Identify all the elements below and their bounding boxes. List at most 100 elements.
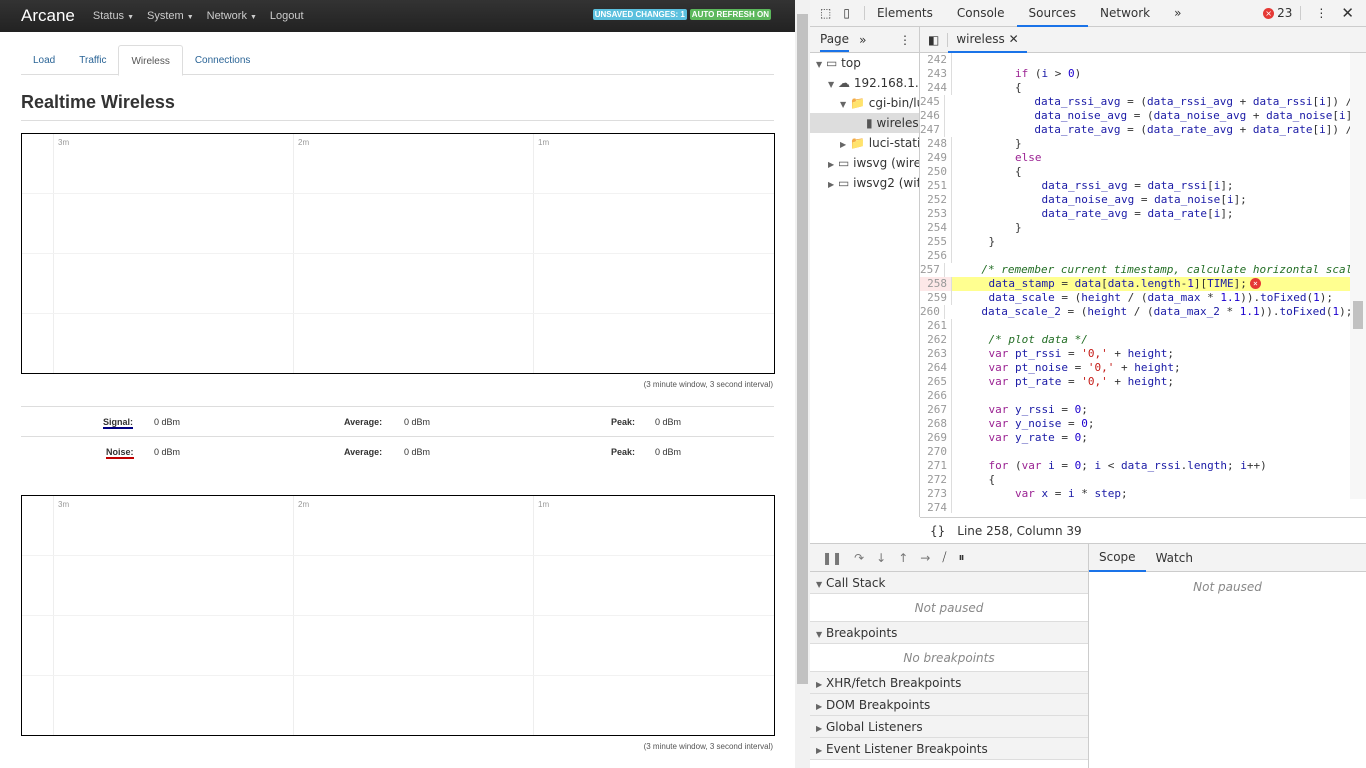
page-scrollbar[interactable] <box>795 0 810 768</box>
nav-system[interactable]: System ▼ <box>147 10 194 22</box>
scrollbar-thumb[interactable] <box>1353 301 1363 329</box>
code-line[interactable]: 252 data_noise_avg = data_noise[i]; <box>920 193 1350 207</box>
code-line[interactable]: 259 data_scale = (height / (data_max * 1… <box>920 291 1350 305</box>
tab-scope[interactable]: Scope <box>1089 544 1146 572</box>
scrollbar-thumb[interactable] <box>797 14 808 684</box>
code-line[interactable]: 270 <box>920 445 1350 459</box>
line-number[interactable]: 272 <box>920 473 952 487</box>
menu-icon[interactable]: ⋮ <box>1301 6 1341 20</box>
line-number[interactable]: 262 <box>920 333 952 347</box>
code-line[interactable]: 267 var y_rssi = 0; <box>920 403 1350 417</box>
line-number[interactable]: 254 <box>920 221 952 235</box>
unsaved-changes-badge[interactable]: UNSAVED CHANGES: 1 <box>592 9 687 20</box>
code-line[interactable]: 246 data_noise_avg = (data_noise_avg + d… <box>920 109 1350 123</box>
tree-item[interactable]: ▶ 📁 luci-static <box>810 133 919 153</box>
line-number[interactable]: 252 <box>920 193 952 207</box>
code-line[interactable]: 271 for (var i = 0; i < data_rssi.length… <box>920 459 1350 473</box>
error-counter[interactable]: × 23 <box>1263 6 1302 20</box>
tab-elements[interactable]: Elements <box>865 0 945 27</box>
code-line[interactable]: 253 data_rate_avg = data_rate[i]; <box>920 207 1350 221</box>
nav-status[interactable]: Status ▼ <box>93 10 134 22</box>
code-line[interactable]: 268 var y_noise = 0; <box>920 417 1350 431</box>
line-number[interactable]: 267 <box>920 403 952 417</box>
menu-icon[interactable]: ⋮ <box>899 33 919 47</box>
line-number[interactable]: 260 <box>920 305 945 319</box>
code-line[interactable]: 251 data_rssi_avg = data_rssi[i]; <box>920 179 1350 193</box>
step-over-icon[interactable]: ↷ <box>854 551 864 565</box>
line-number[interactable]: 255 <box>920 235 952 249</box>
section-header[interactable]: ▶ Event Listener Breakpoints <box>810 738 1088 760</box>
tab-console[interactable]: Console <box>945 0 1017 27</box>
step-into-icon[interactable]: ↓ <box>876 551 886 565</box>
code-line[interactable]: 262 /* plot data */ <box>920 333 1350 347</box>
more-icon[interactable]: » <box>859 33 866 47</box>
line-number[interactable]: 246 <box>920 109 945 123</box>
line-number[interactable]: 248 <box>920 137 952 151</box>
line-number[interactable]: 274 <box>920 501 952 513</box>
close-icon[interactable]: ✕ <box>1009 32 1019 46</box>
code-line[interactable]: 266 <box>920 389 1350 403</box>
code-line[interactable]: 254 } <box>920 221 1350 235</box>
code-line[interactable]: 250 { <box>920 165 1350 179</box>
error-icon[interactable]: × <box>1249 278 1261 289</box>
code-line[interactable]: 255 } <box>920 235 1350 249</box>
code-line[interactable]: 261 <box>920 319 1350 333</box>
code-line[interactable]: 242 <box>920 53 1350 67</box>
code-line[interactable]: 249 else <box>920 151 1350 165</box>
line-number[interactable]: 243 <box>920 67 952 81</box>
file-tab[interactable]: wireless ✕ <box>948 27 1027 53</box>
section-header[interactable]: ▼ Breakpoints <box>810 622 1088 644</box>
pretty-print-icon[interactable]: {} <box>930 524 945 538</box>
section-header[interactable]: ▼ Call Stack <box>810 572 1088 594</box>
line-number[interactable]: 256 <box>920 249 952 263</box>
line-number[interactable]: 249 <box>920 151 952 165</box>
editor-scrollbar[interactable] <box>1350 53 1366 499</box>
auto-refresh-badge[interactable]: AUTO REFRESH ON <box>689 9 771 20</box>
line-number[interactable]: 270 <box>920 445 952 459</box>
close-icon[interactable]: ✕ <box>1341 4 1366 22</box>
code-lines[interactable]: 242 243 if (i > 0) 244 {245 data_rssi_avg … <box>920 53 1350 513</box>
line-number[interactable]: 265 <box>920 375 952 389</box>
line-number[interactable]: 257 <box>920 263 945 277</box>
line-number[interactable]: 250 <box>920 165 952 179</box>
tab-sources[interactable]: Sources <box>1016 0 1088 27</box>
more-tabs-icon[interactable]: » <box>1162 0 1193 27</box>
line-number[interactable]: 253 <box>920 207 952 221</box>
tab-watch[interactable]: Watch <box>1146 551 1203 565</box>
line-number[interactable]: 271 <box>920 459 952 473</box>
code-line[interactable]: 274 <box>920 501 1350 513</box>
line-number[interactable]: 264 <box>920 361 952 375</box>
line-number[interactable]: 259 <box>920 291 952 305</box>
line-number[interactable]: 245 <box>920 95 945 109</box>
code-line[interactable]: 244 { <box>920 81 1350 95</box>
deactivate-breakpoints-icon[interactable]: ⧸ <box>942 550 946 565</box>
line-number[interactable]: 258 <box>920 277 952 291</box>
code-line[interactable]: 243 if (i > 0) <box>920 67 1350 81</box>
line-number[interactable]: 247 <box>920 123 945 137</box>
code-line[interactable]: 263 var pt_rssi = '0,' + height; <box>920 347 1350 361</box>
tab-connections[interactable]: Connections <box>183 45 263 75</box>
code-line[interactable]: 260 data_scale_2 = (height / (data_max_2… <box>920 305 1350 319</box>
section-header[interactable]: ▶ DOM Breakpoints <box>810 694 1088 716</box>
line-number[interactable]: 242 <box>920 53 952 67</box>
nav-network[interactable]: Network ▼ <box>207 10 257 22</box>
tab-load[interactable]: Load <box>21 45 67 75</box>
brand[interactable]: Arcane <box>21 6 75 26</box>
code-line[interactable]: 265 var pt_rate = '0,' + height; <box>920 375 1350 389</box>
code-line[interactable]: 269 var y_rate = 0; <box>920 431 1350 445</box>
tree-item[interactable]: ▶ ▭ iwsvg (wireless) <box>810 153 919 173</box>
line-number[interactable]: 244 <box>920 81 952 95</box>
line-number[interactable]: 268 <box>920 417 952 431</box>
section-header[interactable]: ▶ Global Listeners <box>810 716 1088 738</box>
code-line[interactable]: 245 data_rssi_avg = (data_rssi_avg + dat… <box>920 95 1350 109</box>
nav-logout[interactable]: Logout <box>270 10 304 22</box>
tab-network[interactable]: Network <box>1088 0 1162 27</box>
pause-icon[interactable]: ❚❚ <box>822 551 842 565</box>
line-number[interactable]: 261 <box>920 319 952 333</box>
line-number[interactable]: 251 <box>920 179 952 193</box>
code-line[interactable]: 247 data_rate_avg = (data_rate_avg + dat… <box>920 123 1350 137</box>
device-toggle-icon[interactable]: ▯ <box>837 6 865 20</box>
tree-item[interactable]: ▮ wireless <box>810 113 919 133</box>
section-header[interactable]: ▶ XHR/fetch Breakpoints <box>810 672 1088 694</box>
line-number[interactable]: 273 <box>920 487 952 501</box>
